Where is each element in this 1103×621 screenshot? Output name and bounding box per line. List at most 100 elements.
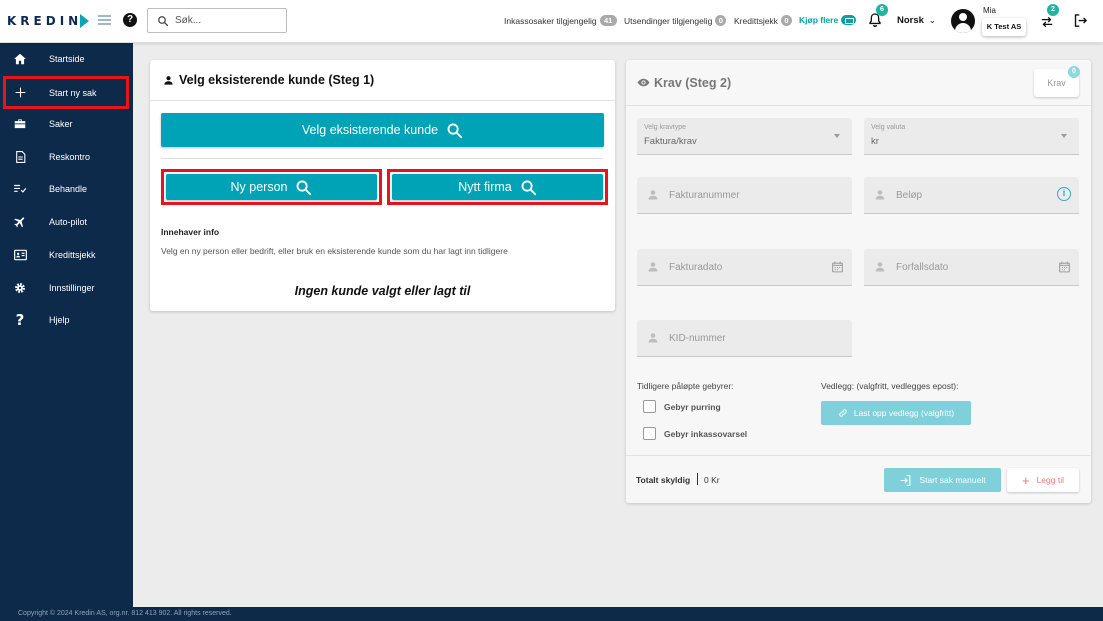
claim-type-value: Faktura/krav [644, 136, 697, 147]
help-icon[interactable]: ? [123, 13, 137, 27]
sidebar-item-innstillinger[interactable]: Innstillinger [0, 275, 133, 301]
start-case-manually-button[interactable]: Start sak manuelt [884, 468, 1001, 492]
switch-account[interactable]: 2 [1040, 4, 1059, 28]
start-case-manually-label: Start sak manuelt [919, 475, 986, 485]
person-icon [648, 262, 658, 272]
sidebar-item-startside[interactable]: Startside [0, 46, 133, 72]
link-icon [839, 409, 847, 417]
checklist-icon [12, 181, 28, 197]
footer-copyright: Copyright © 2024 Kredin AS, org.nr. 812 … [0, 607, 1103, 621]
swap-arrows-icon [1041, 16, 1053, 28]
krav-count-badge: 0 [1068, 66, 1080, 78]
notifications-count-badge: 6 [876, 4, 888, 16]
total-bar: Totalt skyldig 0 Kr Start sak manuelt + … [626, 455, 1091, 503]
inkasso-label: Inkassosaker tilgjengelig [504, 15, 597, 26]
sidebar-item-saker[interactable]: Saker [0, 111, 133, 137]
language-label: Norsk [897, 15, 924, 26]
logo-text: KREDIN [7, 14, 83, 28]
notifications-bell[interactable]: 6 [867, 4, 888, 29]
sidebar-item-kredittsjekk[interactable]: Kredittsjekk [0, 242, 133, 268]
claim-type-label: Velg kravtype [644, 124, 687, 131]
eye-icon [637, 78, 650, 87]
amount-field[interactable]: Beløp [864, 177, 1079, 214]
sidebar-item-label: Auto-pilot [49, 217, 88, 227]
sidebar-item-label: Reskontro [49, 152, 91, 162]
login-arrow-icon [901, 474, 911, 486]
invoice-number-field[interactable]: Fakturanummer [637, 177, 852, 214]
fee-reminder-label: Gebyr purring [664, 401, 721, 412]
invoice-date-field[interactable]: Fakturadato [637, 249, 852, 286]
new-company-button[interactable]: Nytt firma [392, 174, 603, 200]
sidebar: Startside Start ny sak Saker Reskontro B… [0, 43, 133, 607]
kid-number-field[interactable]: KID-nummer [637, 320, 852, 357]
search-icon [521, 180, 536, 195]
total-separator [697, 473, 698, 485]
krav-chip-button[interactable]: Krav 0 [1034, 66, 1080, 97]
total-label: Totalt skyldig [636, 475, 691, 485]
sidebar-item-label: Kredittsjekk [49, 250, 96, 260]
currency-select[interactable]: Velg valuta kr [864, 118, 1079, 155]
kredin-logo[interactable]: KREDIN [7, 13, 90, 29]
fee-reminder-checkbox-row[interactable]: Gebyr purring [643, 400, 721, 413]
select-existing-customer-button[interactable]: Velg eksisterende kunde [161, 113, 604, 147]
amount-placeholder: Beløp [896, 190, 923, 201]
question-icon: ? [15, 311, 25, 329]
step1-title: Velg eksisterende kunde (Steg 1) [179, 73, 375, 87]
currency-label: Velg valuta [871, 124, 906, 131]
currency-value: kr [871, 136, 879, 147]
fee-collection-notice-checkbox[interactable] [643, 427, 656, 440]
logout-button[interactable] [1073, 13, 1088, 28]
new-person-button[interactable]: Ny person [166, 174, 377, 200]
inkasso-count-badge: 41 [599, 15, 617, 26]
attachment-label: Vedlegg: (valgfritt, vedlegges epost): [821, 381, 959, 391]
sidebar-item-behandle[interactable]: Behandle [0, 176, 133, 202]
language-selector[interactable]: Norsk ⌄ [897, 15, 936, 26]
logo-arrow-icon [80, 14, 90, 28]
search-icon [447, 123, 463, 138]
sidebar-item-label: Saker [49, 119, 73, 129]
krav-chip-label: Krav [1047, 78, 1066, 88]
switch-count-badge: 2 [1047, 4, 1059, 16]
sidebar-item-label: Innstillinger [49, 283, 95, 293]
due-date-field[interactable]: Forfallsdato [864, 249, 1079, 286]
inkasso-counter: Inkassosaker tilgjengelig 41 [504, 15, 617, 26]
claim-type-select[interactable]: Velg kravtype Faktura/krav [637, 118, 852, 155]
user-avatar[interactable] [951, 9, 975, 33]
gear-icon [12, 280, 28, 296]
sidebar-item-auto-pilot[interactable]: Auto-pilot [0, 209, 133, 235]
info-icon[interactable]: i [1057, 187, 1071, 201]
fee-reminder-checkbox[interactable] [643, 400, 656, 413]
company-switch-chip[interactable]: K Test AS [982, 18, 1026, 36]
sidebar-item-label: Behandle [49, 184, 88, 194]
sidebar-item-reskontro[interactable]: Reskontro [0, 144, 133, 170]
add-claim-button[interactable]: + Legg til [1007, 468, 1079, 492]
briefcase-icon [12, 116, 28, 132]
sidebar-item-hjelp[interactable]: ? Hjelp [0, 307, 133, 333]
new-person-label: Ny person [230, 180, 288, 194]
sidebar-item-label: Start ny sak [49, 87, 97, 98]
total-divider [626, 455, 1091, 456]
sidebar-item-start-ny-sak[interactable]: Start ny sak [3, 76, 129, 109]
utsendinger-counter: Utsendinger tilgjengelig 0 [624, 15, 727, 26]
logout-icon [1074, 14, 1088, 27]
fee-collection-notice-label: Gebyr inkassovarsel [664, 428, 748, 439]
search-box[interactable] [147, 8, 287, 33]
person-icon [164, 75, 173, 85]
kredittsjekk-label: Kredittsjekk [734, 15, 778, 26]
upload-attachment-button[interactable]: Last opp vedlegg (valgfritt) [821, 401, 971, 425]
utsendinger-count-badge: 0 [715, 15, 727, 26]
owner-info-title: Innehaver info [161, 227, 220, 237]
calendar-icon[interactable] [831, 260, 844, 274]
document-icon [12, 149, 28, 165]
sidebar-item-label: Hjelp [49, 315, 70, 325]
step1-card: Velg eksisterende kunde (Steg 1) Velg ek… [150, 60, 615, 311]
kredittsjekk-count-badge: 0 [780, 15, 792, 26]
search-input[interactable] [175, 15, 285, 26]
calendar-icon[interactable] [1058, 260, 1071, 274]
total-value: 0 Kr [704, 475, 720, 485]
fee-collection-checkbox-row[interactable]: Gebyr inkassovarsel [643, 427, 747, 440]
hamburger-menu-icon[interactable] [98, 15, 111, 26]
buy-more-link[interactable]: Kjøp flere [799, 15, 857, 25]
dropdown-arrow-icon [1061, 134, 1067, 138]
add-claim-label: Legg til [1036, 475, 1064, 485]
